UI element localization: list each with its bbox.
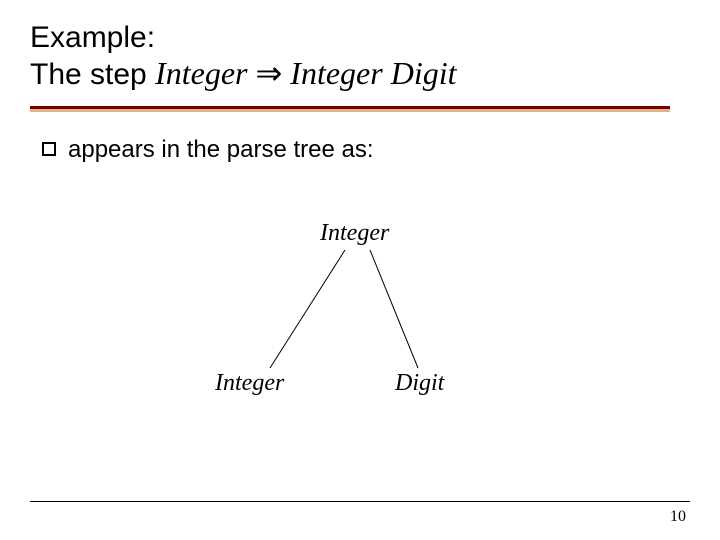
tree-edges: [0, 220, 720, 440]
bullet-line: appears in the parse tree as:: [42, 136, 374, 164]
title-line2-prefix: The step: [30, 58, 155, 91]
title-line1: Example:: [30, 21, 155, 54]
title-underline-light: [30, 109, 670, 112]
grammar-lhs: Integer: [155, 55, 247, 91]
tree-node-right: Digit: [395, 370, 444, 397]
tree-node-root: Integer: [320, 220, 389, 247]
tree-node-left: Integer: [215, 370, 284, 397]
footer-rule: [30, 501, 690, 502]
hollow-square-bullet-icon: [42, 142, 56, 156]
grammar-rhs: Integer Digit: [290, 55, 456, 91]
page-number: 10: [670, 508, 686, 526]
parse-tree: Integer Integer Digit: [0, 220, 720, 440]
bullet-text: appears in the parse tree as:: [68, 136, 374, 163]
slide: Example: The step Integer ⇒ Integer Digi…: [0, 0, 720, 540]
slide-title: Example: The step Integer ⇒ Integer Digi…: [30, 20, 456, 93]
derives-arrow: ⇒: [247, 55, 290, 91]
